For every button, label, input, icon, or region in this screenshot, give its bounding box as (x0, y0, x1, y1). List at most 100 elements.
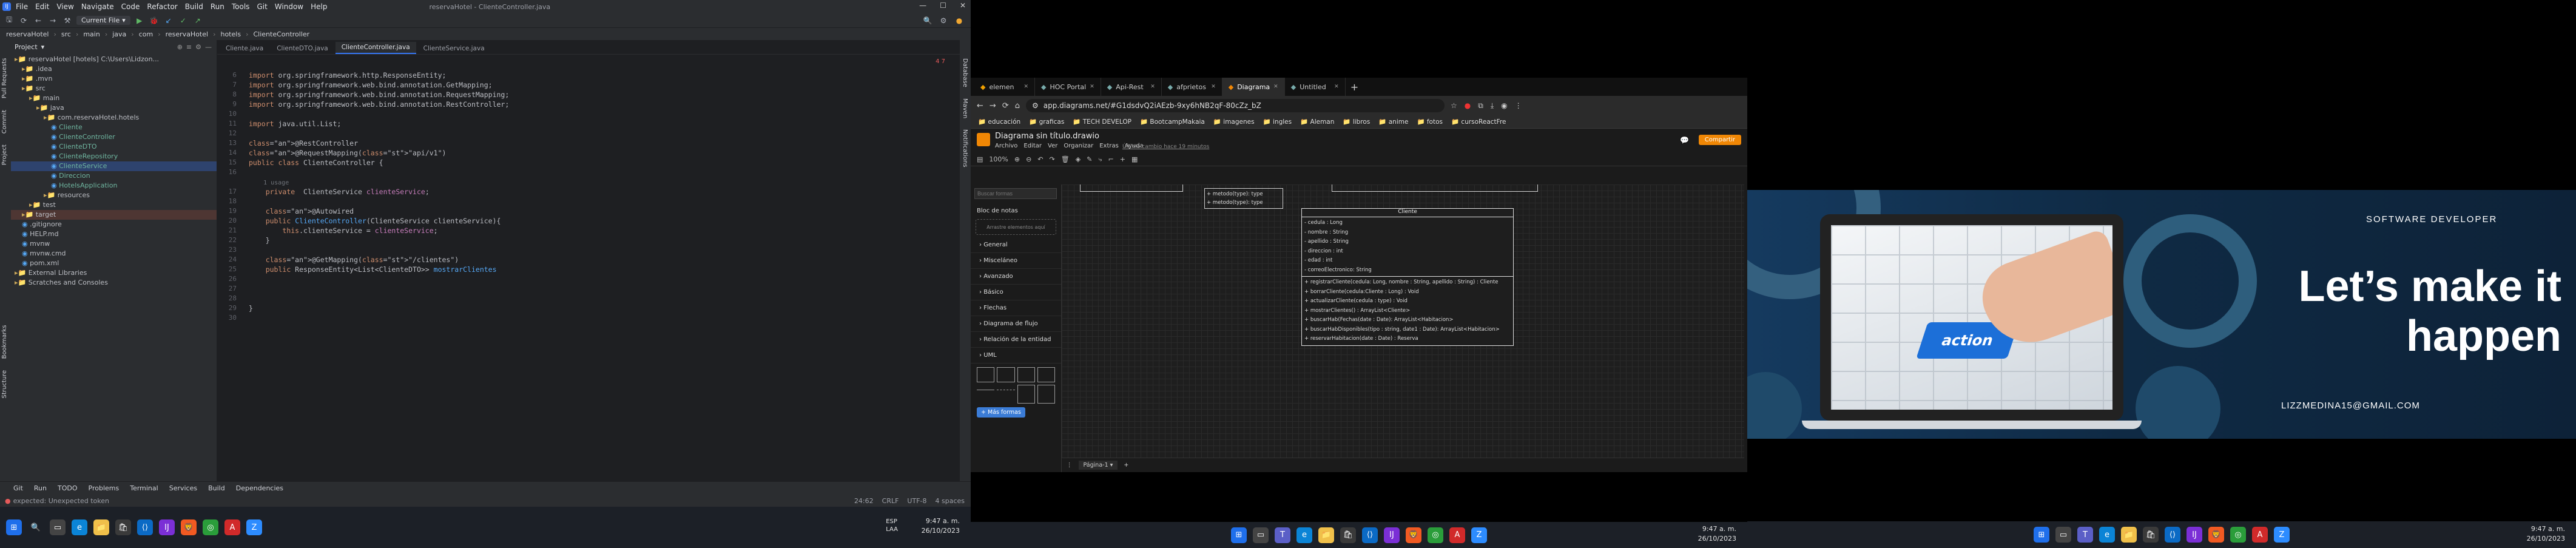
vscode-icon[interactable]: ⟨⟩ (2165, 527, 2180, 543)
intellij-logo-icon[interactable]: IJ (2, 2, 11, 11)
store-icon[interactable]: 🛍 (1340, 527, 1356, 543)
tree-item[interactable]: ◉ Cliente (11, 123, 217, 132)
tool-window-bookmarks[interactable]: Bookmarks (1, 325, 8, 359)
taskbar-clock[interactable]: 9:47 a. m. 26/10/2023 (1698, 524, 1736, 544)
taskbar-clock[interactable]: 9:47 a. m. 26/10/2023 (2527, 524, 2565, 544)
bookmark-item[interactable]: 📁 fotos (1417, 118, 1443, 126)
intellij-icon[interactable]: IJ (2187, 527, 2202, 543)
edge-icon[interactable]: e (72, 519, 87, 535)
tree-item[interactable]: ◉ ClienteController (11, 132, 217, 142)
bookmark-item[interactable]: 📁 anime (1378, 118, 1408, 126)
breadcrumb-item[interactable]: hotels (220, 30, 241, 38)
tool-dependencies[interactable]: Dependencies (236, 484, 283, 492)
drawio-menu-editar[interactable]: Editar (1023, 143, 1042, 149)
tree-item[interactable]: ▸📁 test (11, 200, 217, 210)
bookmark-item[interactable]: 📁 imagenes (1213, 118, 1255, 126)
drawio-menu-extras[interactable]: Extras (1099, 143, 1119, 149)
tab-clientedto[interactable]: ClienteDTO.java (271, 43, 334, 54)
table-icon[interactable]: ▦ (1131, 155, 1138, 163)
run-icon[interactable]: ▶ (134, 15, 145, 26)
close-icon[interactable]: ✕ (960, 1, 966, 10)
tree-item[interactable]: ▸📁 java (11, 103, 217, 113)
tree-item[interactable]: ◉ ClienteService (11, 161, 217, 171)
back-icon[interactable]: ← (33, 15, 44, 26)
menu-item-build[interactable]: Build (185, 2, 203, 11)
search-icon[interactable]: 🔍 (28, 519, 44, 535)
tree-item[interactable]: ▸📁 src (11, 84, 217, 93)
page-tab[interactable]: Página-1 ▾ (1078, 461, 1118, 470)
breadcrumb-item[interactable]: com (139, 30, 153, 38)
file-explorer-icon[interactable]: 📁 (1318, 527, 1334, 543)
pages-menu-icon[interactable]: ⋮ (1067, 462, 1073, 469)
tree-item[interactable]: ▸📁 .idea (11, 64, 217, 74)
status-item[interactable]: 4 spaces (936, 497, 965, 505)
close-tab-icon[interactable]: ✕ (1273, 84, 1278, 90)
forward-icon[interactable]: → (47, 15, 58, 26)
tree-item[interactable]: ▸📁 .mvn (11, 74, 217, 84)
zoom-icon[interactable]: Z (246, 519, 262, 535)
edge-icon[interactable]: e (2099, 527, 2115, 543)
sync-icon[interactable]: ⟳ (18, 15, 29, 26)
zoom-icon[interactable]: Z (2274, 527, 2290, 543)
chrome-icon[interactable]: ◎ (2230, 527, 2246, 543)
breadcrumb-item[interactable]: java (112, 30, 126, 38)
bookmark-item[interactable]: 📁 TECH DEVELOP (1073, 118, 1131, 126)
hide-icon[interactable]: — (205, 43, 212, 51)
breadcrumb-item[interactable]: ClienteController (253, 30, 309, 38)
tree-item[interactable]: ◉ ClienteDTO (11, 142, 217, 152)
tab-clientecontroller[interactable]: ClienteController.java (335, 42, 416, 54)
tool-services[interactable]: Services (169, 484, 197, 492)
tree-item[interactable]: ◉ HELP.md (11, 229, 217, 239)
uml-class-shape-icon[interactable] (977, 367, 995, 382)
task-view-icon[interactable]: ▭ (2055, 527, 2071, 543)
shape-group-misceláneo[interactable]: › Misceláneo (971, 253, 1061, 269)
menu-item-code[interactable]: Code (121, 2, 140, 11)
tree-item[interactable]: ◉ ClienteRepository (11, 152, 217, 161)
tree-item[interactable]: ▸📁 com.reservaHotel.hotels (11, 113, 217, 123)
store-icon[interactable]: 🛍 (115, 519, 131, 535)
windows-start-icon[interactable]: ⊞ (2034, 527, 2049, 543)
tool-git[interactable]: Git (13, 484, 23, 492)
update-icon[interactable]: ● (954, 15, 965, 26)
windows-start-icon[interactable]: ⊞ (1231, 527, 1247, 543)
debug-icon[interactable]: 🐞 (149, 15, 160, 26)
acrobat-icon[interactable]: A (224, 519, 240, 535)
fill-color-icon[interactable]: ◈ (1076, 155, 1081, 163)
tool-window-notifications[interactable]: Notifications (962, 129, 968, 167)
tool-window-maven[interactable]: Maven (962, 98, 968, 118)
tree-item[interactable]: ◉ Direccion (11, 171, 217, 181)
zoom-out-icon[interactable]: ⊖ (1026, 155, 1031, 163)
close-tab-icon[interactable]: ✕ (1334, 84, 1339, 90)
tool-run[interactable]: Run (34, 484, 47, 492)
menu-item-edit[interactable]: Edit (35, 2, 49, 11)
shape-group-general[interactable]: › General (971, 237, 1061, 253)
shape-group-diagrama-de-flujo[interactable]: › Diagrama de flujo (971, 316, 1061, 332)
acrobat-icon[interactable]: A (1449, 527, 1465, 543)
menu-item-window[interactable]: Window (275, 2, 303, 11)
git-commit-icon[interactable]: ✓ (178, 15, 189, 26)
tool-window-pull-requests[interactable]: Pull Requests (1, 58, 8, 99)
back-icon[interactable]: ← (977, 101, 983, 110)
browser-tab[interactable]: ◆ Diagrama ✕ (1222, 78, 1285, 96)
bookmark-item[interactable]: 📁 educación (978, 118, 1020, 126)
bookmark-item[interactable]: 📁 graficas (1029, 118, 1064, 126)
brave-icon[interactable]: 🦁 (181, 519, 197, 535)
uml-frame-shape-icon[interactable] (1017, 384, 1035, 404)
browser-tab[interactable]: ◆ afprietos ✕ (1162, 78, 1222, 96)
teams-icon[interactable]: T (2077, 527, 2093, 543)
uml-box-partial[interactable] (1332, 184, 1538, 192)
shape-group-básico[interactable]: › Básico (971, 285, 1061, 300)
status-item[interactable]: CRLF (882, 497, 899, 505)
scratchpad-drop-area[interactable]: Arrastre elementos aquí (976, 219, 1056, 235)
tree-item[interactable]: ◉ mvnw (11, 239, 217, 249)
tree-item[interactable]: ▸📁 resources (11, 191, 217, 200)
tree-item[interactable]: ◉ mvnw.cmd (11, 249, 217, 259)
save-all-icon[interactable]: 🖫 (4, 15, 15, 26)
reload-icon[interactable]: ⟳ (1002, 101, 1009, 110)
menu-item-help[interactable]: Help (311, 2, 327, 11)
bookmark-item[interactable]: 📁 ingles (1263, 118, 1292, 126)
chrome-icon[interactable]: ◎ (1428, 527, 1443, 543)
insert-icon[interactable]: + (1120, 155, 1125, 163)
bookmark-item[interactable]: 📁 libros (1343, 118, 1370, 126)
close-tab-icon[interactable]: ✕ (1150, 84, 1155, 90)
